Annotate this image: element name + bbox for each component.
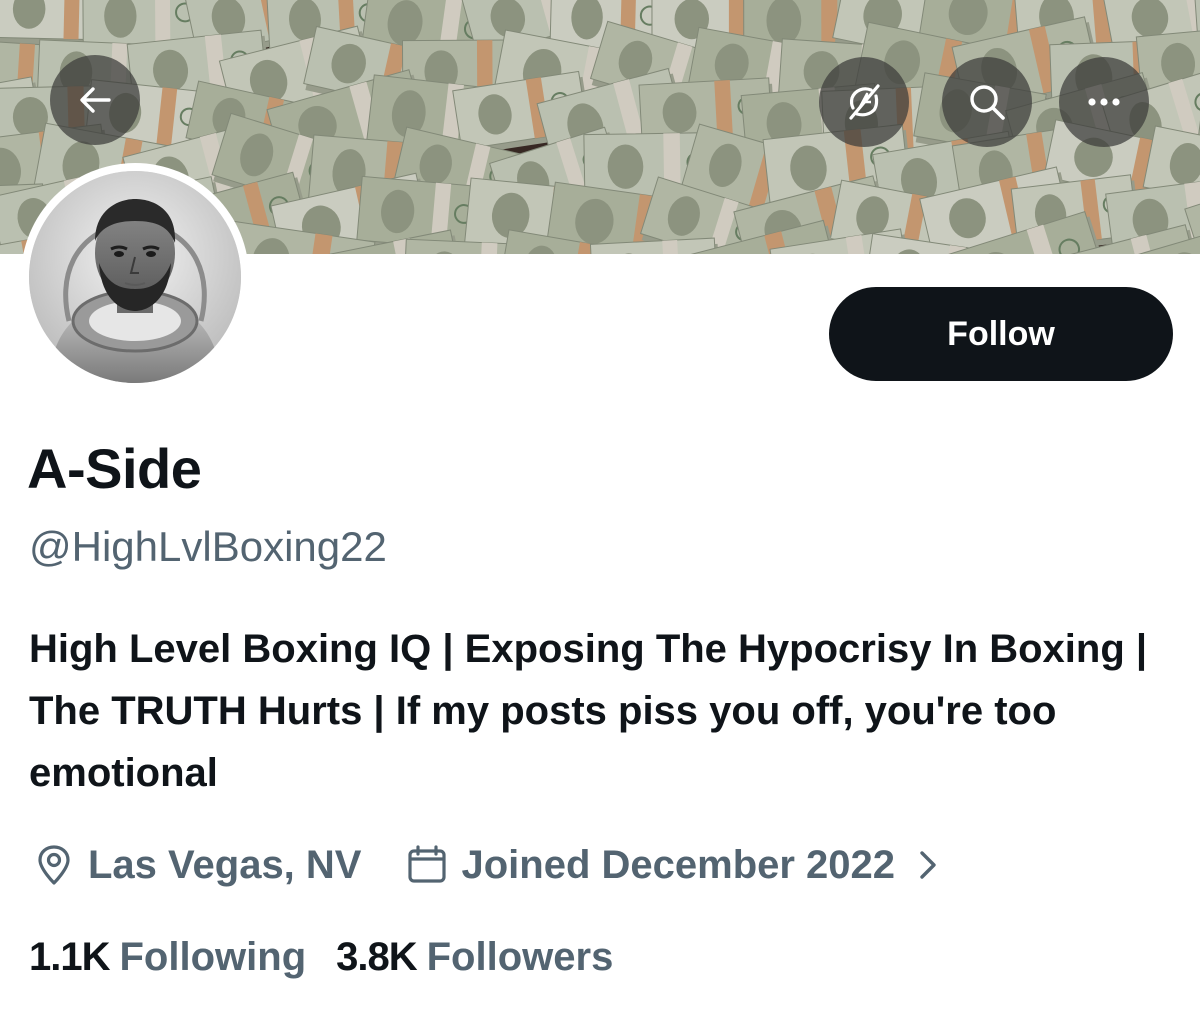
notifications-toggle-button[interactable]: [819, 57, 909, 147]
follow-counts: 1.1K Following 3.8K Followers: [29, 927, 613, 987]
avatar-image: [29, 171, 241, 383]
profile-meta: Las Vegas, NV Joined December 2022: [32, 833, 951, 897]
profile-bio: High Level Boxing IQ | Exposing The Hypo…: [29, 627, 1148, 795]
following-link[interactable]: 1.1K Following: [29, 935, 306, 980]
more-button[interactable]: [1059, 57, 1149, 147]
joined-text: Joined December 2022: [461, 842, 896, 887]
bell-off-icon: [842, 80, 886, 124]
search-button[interactable]: [942, 57, 1032, 147]
search-icon: [965, 80, 1009, 124]
location-text: Las Vegas, NV: [88, 842, 362, 887]
followers-count: 3.8K: [336, 934, 417, 979]
calendar-icon: [405, 843, 461, 887]
user-handle: @HighLvlBoxing22: [29, 523, 387, 570]
location-pin-icon: [32, 843, 88, 887]
location: Las Vegas, NV: [32, 843, 361, 888]
chevron-right-icon: [917, 848, 951, 882]
profile-page: Follow A-Side @HighLvlBoxing22 High Leve…: [0, 0, 1200, 1021]
joined-date-link[interactable]: Joined December 2022: [405, 843, 951, 888]
arrow-left-icon: [75, 80, 115, 120]
more-horizontal-icon: [1084, 96, 1124, 108]
display-name: A-Side: [27, 437, 202, 500]
back-button[interactable]: [50, 55, 140, 145]
following-label: Following: [119, 934, 307, 979]
following-count: 1.1K: [29, 934, 110, 979]
followers-label: Followers: [426, 934, 614, 979]
follow-button[interactable]: Follow: [829, 287, 1173, 381]
followers-link[interactable]: 3.8K Followers: [336, 935, 613, 980]
avatar[interactable]: [21, 163, 249, 391]
